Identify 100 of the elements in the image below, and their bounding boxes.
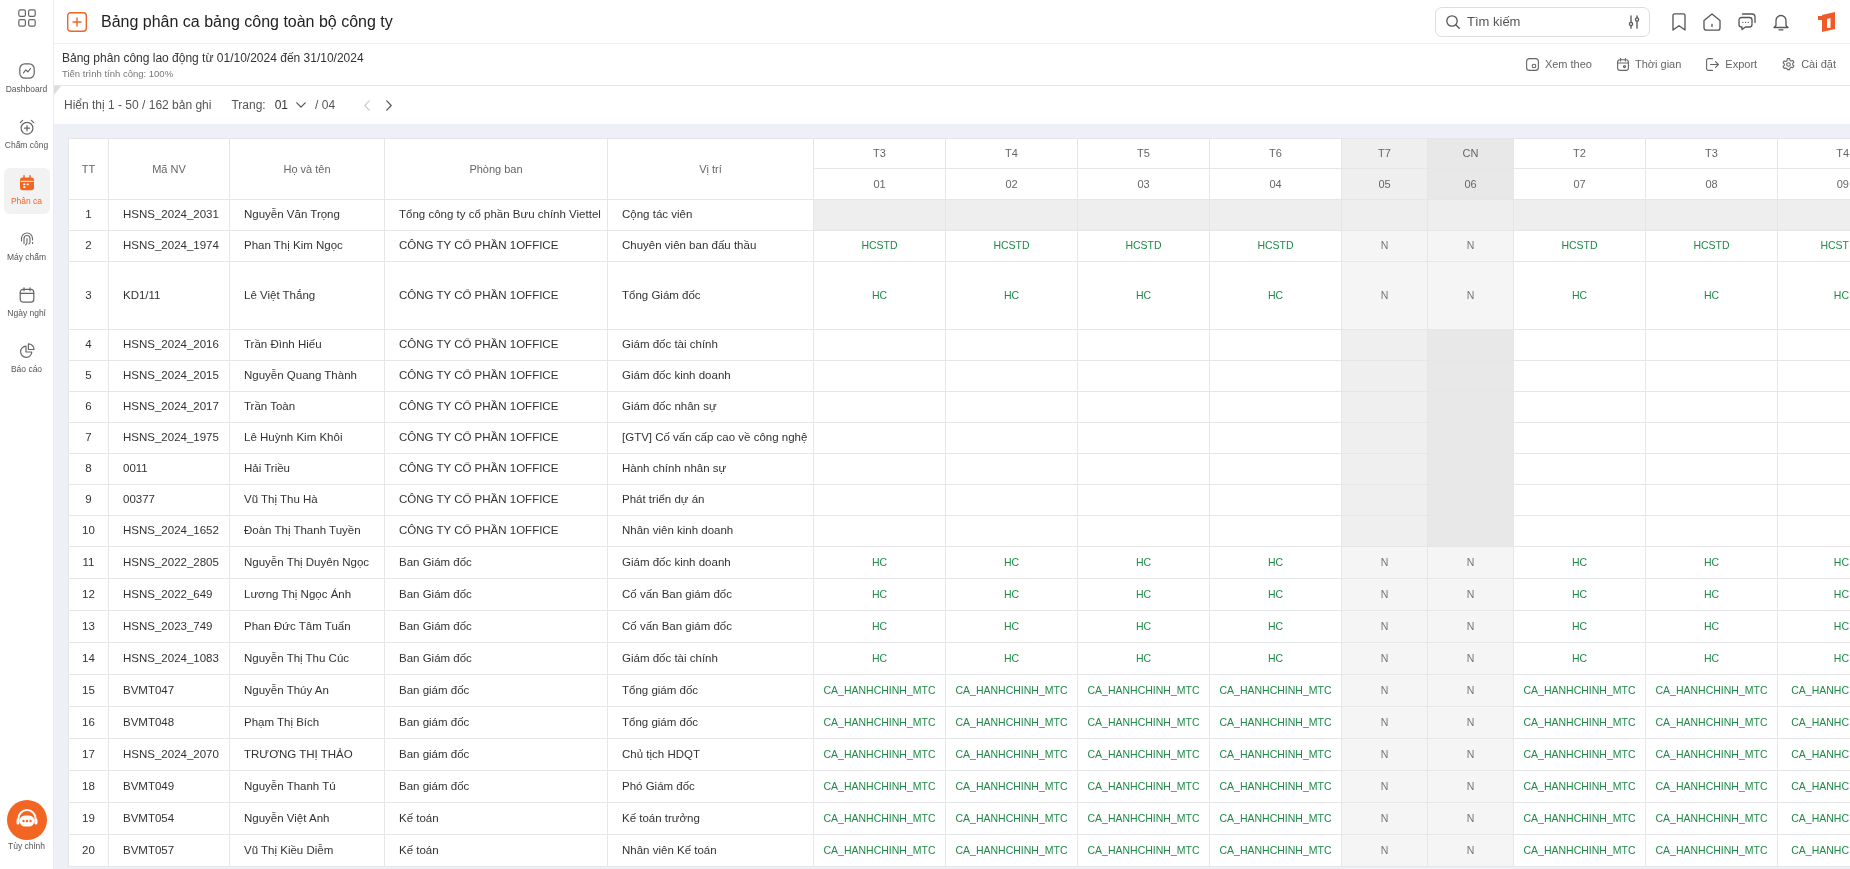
shift-cell: N	[1341, 578, 1428, 611]
page-label: Trang:	[231, 97, 266, 114]
shift-cell: N	[1427, 802, 1514, 835]
table-cell: Nguyễn Thanh Tú	[229, 770, 385, 803]
plus-icon[interactable]	[67, 11, 87, 32]
shift-cell: CA_HANHCHINH_MTC	[813, 706, 946, 739]
table-cell: Kế toán	[384, 802, 608, 835]
table-cell: Kế toán trưởng	[607, 802, 814, 835]
table-cell: TRƯƠNG THỊ THẢO	[229, 738, 385, 771]
table-cell: HSNS_2022_649	[108, 578, 230, 611]
table-cell: 11	[68, 546, 109, 579]
sidebar-item[interactable]: Máy chấm	[3, 224, 50, 270]
table-cell: Nguyễn Thị Thu Cúc	[229, 642, 385, 675]
table-cell: CÔNG TY CỔ PHẦN 1OFFICE	[384, 453, 608, 485]
toolbar-button[interactable]: Export	[1706, 56, 1758, 73]
export-icon	[1706, 58, 1720, 71]
shift-cell: CA_HANHCHINH_MTC	[945, 802, 1078, 835]
column-header: 02	[945, 168, 1078, 200]
table-cell: Hải Triều	[229, 453, 385, 485]
sidebar-label[interactable]: Tùy chỉnh	[8, 841, 45, 852]
alarm-clock-icon	[18, 119, 35, 135]
sidebar-item[interactable]: Ngày nghỉ	[3, 280, 50, 326]
table-cell: 7	[68, 422, 109, 454]
table-cell: CÔNG TY CỔ PHẦN 1OFFICE	[384, 391, 608, 423]
chevron-right-icon	[386, 99, 393, 111]
table-cell: HSNS_2024_2031	[108, 199, 230, 231]
table-cell: 16	[68, 706, 109, 739]
shift-cell: HC	[1513, 261, 1646, 330]
shift-cell: HC	[1513, 546, 1646, 579]
shift-cell: CA_HANHCHINH_MTC	[1645, 802, 1778, 835]
apps-grid-icon[interactable]	[17, 9, 36, 27]
shift-cell: HC	[1209, 578, 1342, 611]
toolbar-button[interactable]: Cài đặt	[1782, 56, 1836, 73]
table-cell: Giám đốc tài chính	[607, 642, 814, 675]
shift-cell: HC	[1209, 642, 1342, 675]
view-icon	[1525, 58, 1539, 71]
table-cell: Nguyễn Thị Duyên Ngọc	[229, 546, 385, 579]
shift-cell: HC	[1077, 610, 1210, 643]
table-cell: 13	[68, 610, 109, 643]
shift-cell: HC	[1077, 546, 1210, 579]
shift-cell: HC	[1513, 642, 1646, 675]
shift-cell: CA_HANHCHINH_MTC	[1209, 674, 1342, 707]
table-cell: Chủ tịch HDQT	[607, 738, 814, 771]
table-cell: Ban Giám đốc	[384, 546, 608, 579]
column-header: T4	[945, 138, 1078, 169]
column-header: 01	[813, 168, 946, 200]
shift-cell: N	[1427, 610, 1514, 643]
table-cell: 4	[68, 329, 109, 361]
table-cell: 6	[68, 391, 109, 423]
shift-cell: HC	[1645, 642, 1778, 675]
sidebar-item[interactable]: Dashboard	[3, 56, 50, 102]
column-header: 04	[1209, 168, 1342, 200]
column-header: T7	[1341, 138, 1428, 169]
table-cell: KD1/11	[108, 261, 230, 330]
chat-bubbles-icon[interactable]	[1738, 12, 1756, 31]
column-header: TT	[68, 138, 109, 200]
shift-cell: N	[1341, 674, 1428, 707]
headset-chat-icon[interactable]	[6, 800, 47, 840]
table-cell: BVMT049	[108, 770, 230, 803]
column-header: 03	[1077, 168, 1210, 200]
sidebar-item[interactable]: Chấm công	[3, 112, 50, 158]
table-cell: Giám đốc nhân sự	[607, 391, 814, 423]
shift-cell: CA_HANHCHINH_MTC	[1077, 674, 1210, 707]
bell-icon[interactable]	[1773, 12, 1789, 31]
shift-cell: CA_HANHCHINH_MTC	[813, 770, 946, 803]
table-cell: Nguyễn Văn Trọng	[229, 199, 385, 231]
shift-cell: N	[1427, 834, 1514, 867]
sidebar-item[interactable]: Báo cáo	[3, 336, 50, 382]
shift-cell: CA_HANHC	[1777, 802, 1850, 835]
shift-cell: HCSTD	[813, 230, 946, 262]
shift-cell: HC	[945, 546, 1078, 579]
shift-cell: CA_HANHCHINH_MTC	[1513, 738, 1646, 771]
shift-cell: HCSTD	[1513, 230, 1646, 262]
shift-cell: N	[1341, 706, 1428, 739]
shift-cell: CA_HANHCHINH_MTC	[1209, 834, 1342, 867]
shift-cell: N	[1427, 770, 1514, 803]
shift-cell: N	[1427, 642, 1514, 675]
home-icon[interactable]	[1703, 12, 1721, 31]
table-cell: Phát triển dự án	[607, 484, 814, 516]
table-cell: CÔNG TY CỔ PHẦN 1OFFICE	[384, 261, 608, 330]
table-cell: HSNS_2024_2015	[108, 360, 230, 392]
shift-cell: CA_HANHCHINH_MTC	[1209, 770, 1342, 803]
column-header: T3	[813, 138, 946, 169]
table-cell: HSNS_2024_1974	[108, 230, 230, 262]
table-cell: CÔNG TY CỔ PHẦN 1OFFICE	[384, 515, 608, 547]
toolbar-button[interactable]: Thời gian	[1617, 56, 1682, 73]
toolbar-button[interactable]: Xem theo	[1525, 56, 1592, 73]
shift-cell: CA_HANHCHINH_MTC	[1513, 706, 1646, 739]
table-cell: Tổng công ty cổ phần Bưu chính Viettel	[384, 199, 608, 231]
table-cell: 2	[68, 230, 109, 262]
app-logo-icon[interactable]	[1818, 11, 1836, 32]
table-cell: Ban giám đốc	[384, 706, 608, 739]
shift-cell: HC	[813, 546, 946, 579]
settings-icon	[1782, 58, 1796, 71]
table-cell: 5	[68, 360, 109, 392]
next-page-button[interactable]	[385, 99, 394, 111]
search-field[interactable]: Tìm kiếm	[1435, 6, 1650, 37]
bookmark-icon[interactable]	[1672, 12, 1686, 31]
page-select[interactable]: 01	[274, 96, 307, 114]
filter-sliders-icon[interactable]	[1628, 14, 1640, 29]
